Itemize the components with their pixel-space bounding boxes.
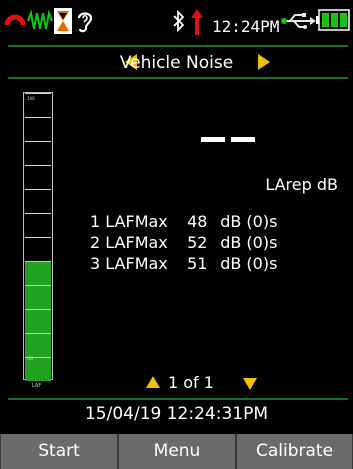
- meter-segment: [25, 213, 51, 237]
- page-up-arrow-icon[interactable]: [146, 376, 160, 388]
- result-unit: dB: [220, 254, 242, 273]
- meter-segment: [25, 285, 51, 309]
- main-readout-dash-right: [231, 137, 255, 142]
- ear-icon: [77, 12, 93, 33]
- record-arrow-icon: [191, 9, 203, 35]
- meter-segment: [25, 117, 51, 141]
- meter-segment: [25, 93, 51, 117]
- result-row: 2 LAFMax 52 dB (0)s: [90, 233, 277, 252]
- menu-button[interactable]: Menu: [118, 434, 236, 469]
- overload-indicator-icon: [4, 14, 26, 26]
- meter-unit-label: LAF: [32, 383, 42, 389]
- next-screen-arrow-icon[interactable]: [258, 54, 270, 70]
- start-button[interactable]: Start: [0, 434, 118, 469]
- screen-title-row: Vehicle Noise: [0, 50, 353, 78]
- result-row: 3 LAFMax 51 dB (0)s: [90, 254, 277, 273]
- screen-title: Vehicle Noise: [119, 53, 234, 73]
- divider-title: [8, 77, 348, 79]
- calibrate-button[interactable]: Calibrate: [236, 434, 353, 469]
- page-down-arrow-icon[interactable]: [243, 378, 257, 390]
- result-value: 52: [187, 233, 208, 252]
- level-bar-meter: 140 20: [23, 92, 53, 381]
- battery-icon: [316, 9, 350, 31]
- meter-segment: [25, 165, 51, 189]
- divider-top: [8, 45, 348, 47]
- result-suffix: (0)s: [246, 254, 278, 273]
- page-indicator: 1 of 1: [168, 373, 214, 392]
- result-label: 3 LAFMax: [90, 254, 168, 273]
- meter-segment: [25, 237, 51, 261]
- meter-segment: [25, 309, 51, 333]
- result-label: 2 LAFMax: [90, 233, 168, 252]
- clock-time: 12:24PM: [212, 17, 280, 36]
- bluetooth-icon: [173, 10, 185, 32]
- result-unit: dB: [220, 233, 242, 252]
- main-readout-dash-left: [201, 137, 225, 142]
- hourglass-icon: [54, 8, 72, 34]
- meter-segment: [25, 189, 51, 213]
- softkey-bar: Start Menu Calibrate: [0, 434, 353, 469]
- result-value: 51: [187, 254, 208, 273]
- divider-bottom: [8, 398, 348, 400]
- result-suffix: (0)s: [246, 233, 278, 252]
- meter-bottom-label: 20: [28, 356, 34, 361]
- main-readout-unit: LArep dB: [265, 175, 338, 194]
- waveform-icon: [27, 10, 53, 30]
- result-suffix: (0)s: [246, 212, 278, 231]
- meter-segment: [25, 261, 51, 285]
- meter-segment: [25, 333, 51, 357]
- meter-segment: [25, 141, 51, 165]
- usb-icon: [281, 13, 316, 29]
- status-bar: 12:24PM: [0, 0, 353, 50]
- result-label: 1 LAFMax: [90, 212, 168, 231]
- result-value: 48: [187, 212, 208, 231]
- result-unit: dB: [220, 212, 242, 231]
- result-row: 1 LAFMax 48 dB (0)s: [90, 212, 277, 231]
- current-datetime: 15/04/19 12:24:31PM: [84, 404, 269, 424]
